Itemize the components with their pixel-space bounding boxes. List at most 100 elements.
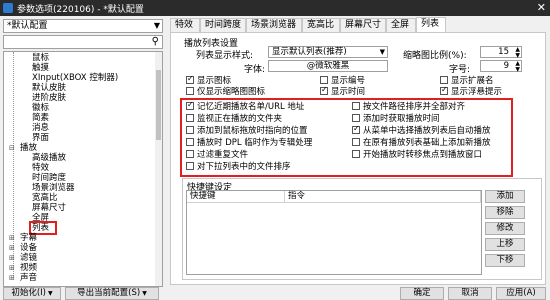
tree-item[interactable]: 鼠标	[32, 53, 49, 63]
option-checkbox[interactable]: 添加到鼠标拖放时指向的位置	[186, 126, 308, 136]
tab[interactable]: 全屏	[386, 18, 416, 32]
column-header-key[interactable]: 快捷键	[187, 191, 285, 203]
option-checkbox[interactable]: 记忆近期播放名单/URL 地址	[186, 100, 304, 112]
option-label: 显示时间	[331, 87, 366, 97]
option-checkbox[interactable]: 显示时间	[320, 85, 366, 97]
option-checkbox[interactable]: 添加时获取播放时间	[352, 114, 440, 124]
tab[interactable]: 时间跨度	[200, 18, 246, 32]
checkbox-icon[interactable]	[186, 126, 194, 134]
font-size-stepper[interactable]: 9 ▲ ▼	[480, 60, 522, 75]
checkbox-icon[interactable]	[186, 100, 194, 110]
checkbox-icon[interactable]	[352, 150, 360, 158]
checkbox-icon[interactable]	[440, 85, 448, 95]
tree-item[interactable]: 特效	[32, 163, 49, 173]
option-checkbox[interactable]: 从菜单中选择播放列表后自动播放	[352, 124, 491, 136]
tree-item[interactable]: 默认皮肤	[32, 83, 66, 93]
tree-expander-icon[interactable]: ⊞	[9, 264, 15, 272]
shortcut-action-button[interactable]: 修改	[485, 222, 525, 235]
tab[interactable]: 场景浏览器	[246, 18, 302, 32]
tree-item[interactable]: 高级播放	[32, 153, 66, 163]
option-checkbox[interactable]: 在原有播放列表基础上添加新播放	[352, 138, 491, 148]
tree-item[interactable]: 视频	[20, 263, 37, 273]
ok-button[interactable]: 确定	[400, 287, 444, 300]
tree-item[interactable]: 界面	[32, 133, 49, 143]
cancel-button[interactable]: 取消	[448, 287, 492, 300]
tree-item[interactable]: 时间跨度	[32, 173, 66, 183]
scroll-thumb[interactable]	[156, 70, 161, 140]
settings-tree[interactable]: 鼠标 触摸 XInput(XBOX 控制器) 默认皮肤 进阶皮肤 徽标 简素 消息 界面 ⊟ 播放高…	[3, 51, 163, 287]
tree-item[interactable]: 触摸	[32, 63, 49, 73]
column-header-command[interactable]: 指令	[285, 191, 481, 203]
option-label: 仅显示缩略图图标	[197, 87, 266, 97]
tree-item[interactable]: 滤镜	[20, 253, 37, 263]
tree-item[interactable]: 播放	[20, 143, 37, 153]
preset-select[interactable]: *默认配置 ▼	[3, 19, 163, 33]
tree-item[interactable]: 场景浏览器	[32, 183, 75, 193]
checkbox-icon[interactable]	[320, 85, 328, 95]
option-checkbox[interactable]: 仅显示缩略图图标	[186, 87, 265, 97]
checkbox-icon[interactable]	[186, 114, 194, 122]
tree-item[interactable]: 宽高比	[32, 193, 58, 203]
init-button[interactable]: 初始化(I) ▼	[3, 287, 61, 300]
tree-item[interactable]: 简素	[32, 113, 49, 123]
tab[interactable]: 屏幕尺寸	[340, 18, 386, 32]
option-label: 在原有播放列表基础上添加新播放	[363, 138, 491, 148]
option-checkbox[interactable]: 监视正在播放的文件夹	[186, 114, 282, 124]
checkbox-icon[interactable]	[352, 138, 360, 146]
tab[interactable]: 特效	[170, 18, 200, 32]
tree-expander-icon[interactable]: ⊟	[9, 144, 15, 152]
tree-expander-icon[interactable]: ⊞	[9, 254, 15, 262]
option-checkbox[interactable]: 按文件路径排序并全部对齐	[352, 102, 465, 112]
tree-item[interactable]: 消息	[32, 123, 49, 133]
apply-button[interactable]: 应用(A)	[496, 287, 546, 300]
thumb-ratio-value: 15	[498, 47, 509, 57]
tree-item[interactable]: 徽标	[32, 103, 49, 113]
close-icon[interactable]: ✕	[537, 1, 546, 14]
tree-item[interactable]: 进阶皮肤	[32, 93, 66, 103]
tab[interactable]: 宽高比	[302, 18, 340, 32]
tree-scrollbar[interactable]	[155, 52, 162, 286]
option-checkbox[interactable]: 对下拉列表中的文件排序	[186, 162, 291, 172]
checkbox-icon[interactable]	[352, 124, 360, 134]
export-config-button[interactable]: 导出当前配置(S) ▼	[65, 287, 159, 300]
option-checkbox[interactable]: 显示图标	[186, 74, 231, 86]
checkbox-icon[interactable]	[186, 150, 194, 158]
shortcut-action-button[interactable]: 下移	[485, 254, 525, 267]
tree-item[interactable]: 设备	[20, 243, 37, 253]
tree-item[interactable]: 声音	[20, 273, 37, 283]
thumb-ratio-stepper[interactable]: 15 ▲ ▼	[480, 46, 522, 59]
checkbox-icon[interactable]	[320, 76, 328, 84]
shortcut-action-button[interactable]: 添加	[485, 190, 525, 203]
font-size-label: 字号:	[449, 65, 471, 75]
checkbox-icon[interactable]	[352, 102, 360, 110]
tree-expander-icon[interactable]: ⊞	[9, 234, 15, 242]
list-style-select[interactable]: 显示默认列表(推荐) ▼	[268, 46, 388, 58]
list-style-value: 显示默认列表(推荐)	[272, 47, 347, 57]
option-checkbox[interactable]: 显示扩展名	[440, 76, 494, 86]
checkbox-icon[interactable]	[186, 138, 194, 146]
checkbox-icon[interactable]	[186, 87, 194, 95]
tab[interactable]: 列表	[416, 17, 446, 33]
tree-item[interactable]: 字幕	[20, 233, 37, 243]
list-style-label: 列表显示样式:	[196, 51, 254, 61]
tree-expander-icon[interactable]: ⊞	[9, 244, 15, 252]
option-checkbox[interactable]: 播放时 DPL 临时作为专辑处理	[186, 138, 312, 148]
shortcut-list[interactable]: 快捷键 指令	[186, 190, 482, 275]
checkbox-icon[interactable]	[186, 162, 194, 170]
font-picker-button[interactable]: @微软雅黑	[268, 60, 388, 72]
option-checkbox[interactable]: 过滤重复文件	[186, 150, 248, 160]
tree-item[interactable]: 屏幕尺寸	[32, 203, 66, 213]
option-checkbox[interactable]: 显示浮悬提示	[440, 85, 502, 97]
option-label: 按文件路径排序并全部对齐	[363, 102, 466, 112]
shortcut-action-button[interactable]: 移除	[485, 206, 525, 219]
checkbox-icon[interactable]	[440, 76, 448, 84]
checkbox-icon[interactable]	[186, 74, 194, 84]
checkbox-icon[interactable]	[352, 114, 360, 122]
shortcut-action-button[interactable]: 上移	[485, 238, 525, 251]
tree-item[interactable]: XInput(XBOX 控制器)	[32, 73, 118, 83]
search-input[interactable]: ⚲	[3, 35, 163, 49]
tree-expander-icon[interactable]: ⊞	[9, 274, 15, 282]
spin-down-icon[interactable]: ▼	[515, 65, 520, 75]
search-icon[interactable]: ⚲	[152, 36, 159, 47]
option-checkbox[interactable]: 开始播放时转移焦点到播放窗口	[352, 150, 482, 160]
